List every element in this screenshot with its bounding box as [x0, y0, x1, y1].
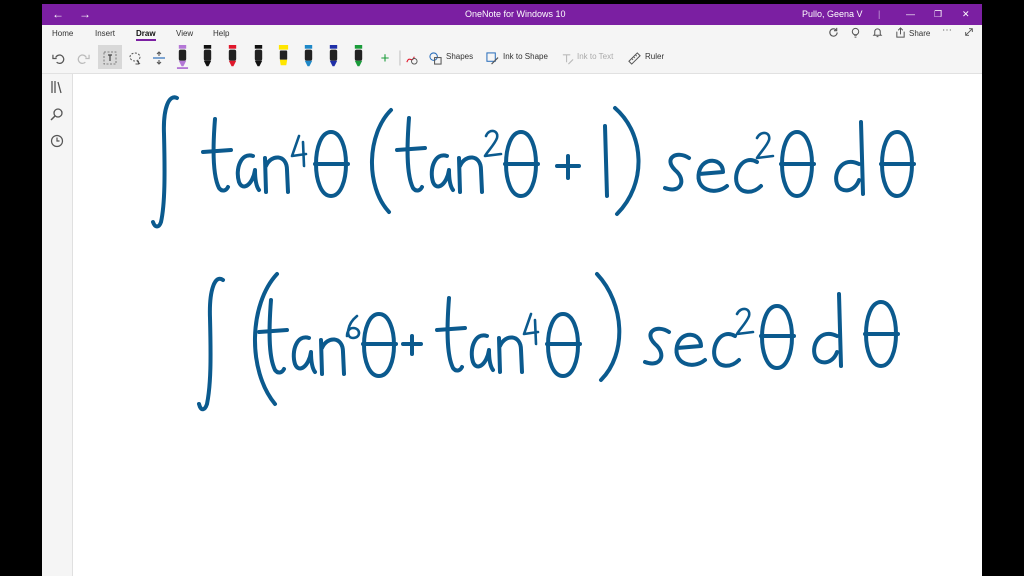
onenote-window: ← → OneNote for Windows 10 Pullo, Geena …	[42, 4, 982, 576]
pen-green[interactable]	[352, 45, 365, 69]
ink-replay-icon[interactable]	[403, 43, 419, 73]
restore-button[interactable]: ❐	[934, 4, 942, 25]
bell-icon[interactable]	[872, 27, 883, 41]
titlebar-divider: |	[878, 9, 881, 19]
handwritten-ink	[151, 95, 916, 412]
ink-to-shape-icon[interactable]	[485, 43, 499, 73]
pen-teal[interactable]	[302, 45, 315, 69]
ink-to-text-icon[interactable]	[560, 43, 574, 73]
minimize-button[interactable]: —	[906, 4, 915, 25]
add-space-icon[interactable]	[150, 43, 168, 73]
share-icon[interactable]	[895, 27, 906, 41]
notebooks-icon[interactable]	[50, 80, 64, 94]
lasso-select-icon[interactable]	[126, 43, 144, 73]
pen-purple[interactable]	[176, 45, 189, 69]
window-title: OneNote for Windows 10	[465, 9, 566, 19]
pen-black-2[interactable]	[252, 45, 265, 69]
tab-help[interactable]: Help	[213, 29, 229, 38]
ruler-button[interactable]: Ruler	[645, 52, 664, 61]
user-name[interactable]: Pullo, Geena V	[802, 4, 863, 25]
add-pen-icon[interactable]: +	[377, 43, 393, 73]
ink-to-text-button[interactable]: Ink to Text	[577, 52, 613, 61]
tab-view[interactable]: View	[176, 29, 193, 38]
draw-ribbon: + | Shapes Ink to Shape Ink to Text Rule…	[42, 43, 982, 74]
more-icon[interactable]: ⋯	[942, 25, 952, 36]
close-button[interactable]: ✕	[962, 4, 970, 25]
navigation-sidebar	[42, 74, 73, 576]
ink-line-1	[151, 95, 916, 229]
lightbulb-icon[interactable]	[850, 27, 861, 41]
pen-black-1[interactable]	[201, 45, 214, 69]
shapes-icon[interactable]	[428, 43, 442, 73]
pen-red[interactable]	[226, 45, 239, 69]
ink-to-shape-button[interactable]: Ink to Shape	[503, 52, 548, 61]
clock-icon[interactable]	[50, 134, 64, 148]
back-arrow-icon[interactable]: ←	[52, 4, 64, 25]
forward-arrow-icon[interactable]: →	[79, 4, 91, 25]
pen-blue[interactable]	[327, 45, 340, 69]
highlighter-yellow[interactable]	[277, 45, 290, 69]
tab-home[interactable]: Home	[52, 29, 73, 38]
share-button[interactable]: Share	[909, 29, 930, 38]
note-page-canvas[interactable]	[73, 74, 982, 576]
tab-draw[interactable]: Draw	[136, 29, 156, 41]
expand-icon[interactable]	[964, 27, 974, 40]
ruler-icon[interactable]	[627, 43, 641, 73]
ribbon-tabs: Home Insert Draw View Help Share ⋯	[42, 25, 982, 43]
type-select-icon	[101, 43, 119, 73]
shapes-button[interactable]: Shapes	[446, 52, 473, 61]
search-icon[interactable]	[50, 107, 64, 121]
ribbon-divider: |	[397, 49, 403, 66]
title-bar: ← → OneNote for Windows 10 Pullo, Geena …	[42, 4, 982, 25]
undo-icon[interactable]	[50, 43, 66, 73]
redo-icon[interactable]	[75, 43, 91, 73]
ink-line-2	[197, 272, 900, 412]
sync-icon[interactable]	[828, 27, 839, 41]
tab-insert[interactable]: Insert	[95, 29, 115, 38]
